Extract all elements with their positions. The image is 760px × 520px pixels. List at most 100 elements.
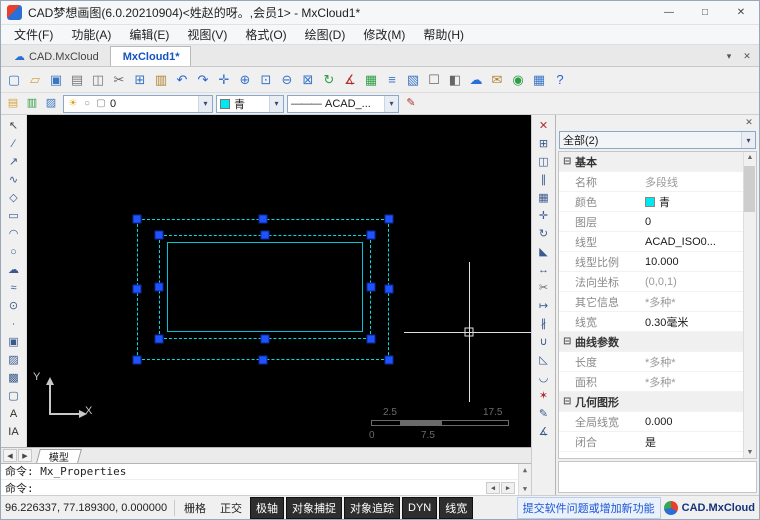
- erase-icon[interactable]: ✕: [534, 117, 554, 135]
- grip-handle[interactable]: [132, 355, 142, 365]
- tab-model[interactable]: 模型: [36, 448, 82, 464]
- status-toggle-button[interactable]: 线宽: [439, 496, 474, 519]
- measure-icon[interactable]: ∡: [340, 70, 360, 90]
- property-row[interactable]: 法向坐标 (0,0,1): [559, 272, 743, 292]
- block-icon[interactable]: ▣: [4, 333, 24, 351]
- grip-handle[interactable]: [258, 214, 268, 224]
- match-properties-icon[interactable]: ✎: [402, 95, 420, 113]
- grip-handle[interactable]: [366, 282, 376, 292]
- grip-handle[interactable]: [384, 355, 394, 365]
- spline-icon[interactable]: ≈: [4, 279, 24, 297]
- ellipse-icon[interactable]: ⊙: [4, 297, 24, 315]
- print-preview-icon[interactable]: ◫: [88, 70, 108, 90]
- property-row[interactable]: 图层 0: [559, 212, 743, 232]
- move-icon[interactable]: ✛: [534, 207, 554, 225]
- status-toggle-button[interactable]: 对象追踪: [344, 496, 400, 519]
- property-row[interactable]: 其它信息 *多种*: [559, 292, 743, 312]
- polygon-icon[interactable]: ◇: [4, 189, 24, 207]
- stretch-icon[interactable]: ↔: [534, 261, 554, 279]
- scroll-down-icon[interactable]: ▼: [747, 449, 754, 456]
- color-select[interactable]: 青 ▾: [216, 94, 284, 113]
- property-row[interactable]: 长度 *多种*: [559, 352, 743, 372]
- grip-handle[interactable]: [132, 214, 142, 224]
- scale-bar-entity[interactable]: 2.5 17.5 0 7.5: [363, 407, 513, 443]
- menu-item[interactable]: 绘图(D): [296, 24, 355, 45]
- status-toggle-button[interactable]: 极轴: [250, 496, 284, 519]
- grip-handle[interactable]: [384, 284, 394, 294]
- revcloud-icon[interactable]: ☁: [4, 261, 24, 279]
- mtext-icon[interactable]: A: [4, 405, 24, 423]
- property-row[interactable]: 线宽 0.30毫米: [559, 312, 743, 332]
- grip-handle[interactable]: [260, 230, 270, 240]
- grid-display-icon[interactable]: ▦: [529, 70, 549, 90]
- command-input[interactable]: 命令: ◀ ▶: [1, 480, 531, 495]
- property-row[interactable]: 全局线宽 0.000: [559, 412, 743, 432]
- circle-icon[interactable]: ○: [4, 243, 24, 261]
- layer-states-icon[interactable]: ▥: [23, 95, 41, 113]
- pointer-icon[interactable]: ↖: [4, 117, 24, 135]
- drawing-canvas[interactable]: 2.5 17.5 0 7.5 Y X: [27, 115, 531, 447]
- properties-palette-icon[interactable]: ▧: [403, 70, 423, 90]
- layout-nav-back-button[interactable]: ◀: [3, 449, 17, 462]
- measure-tool-icon[interactable]: ∡: [534, 423, 554, 441]
- trim-icon[interactable]: ✂: [534, 279, 554, 297]
- rectangle-icon[interactable]: ▭: [4, 207, 24, 225]
- scroll-up-icon[interactable]: ▲: [523, 466, 527, 474]
- property-row[interactable]: 颜色 青: [559, 192, 743, 212]
- draworder-icon[interactable]: ◧: [445, 70, 465, 90]
- regen-icon[interactable]: ↻: [319, 70, 339, 90]
- chamfer-icon[interactable]: ◺: [534, 351, 554, 369]
- menu-item[interactable]: 格式(O): [236, 24, 295, 45]
- status-toggle-button[interactable]: 正交: [214, 497, 248, 519]
- copy-icon[interactable]: ⊞: [130, 70, 150, 90]
- linetype-select[interactable]: ——— ACAD_... ▾: [287, 94, 399, 113]
- grip-handle[interactable]: [154, 334, 164, 344]
- zoom-out-icon[interactable]: ⊖: [277, 70, 297, 90]
- osnap-settings-icon[interactable]: ☐: [424, 70, 444, 90]
- match-properties-icon[interactable]: ✎: [534, 405, 554, 423]
- layer-isolate-icon[interactable]: ▨: [42, 95, 60, 113]
- zoom-window-icon[interactable]: ⊡: [256, 70, 276, 90]
- fillet-icon[interactable]: ◡: [534, 369, 554, 387]
- grip-handle[interactable]: [366, 334, 376, 344]
- region-icon[interactable]: ▢: [4, 387, 24, 405]
- property-row[interactable]: ⊟ 曲线参数: [559, 332, 743, 352]
- property-row[interactable]: ⊟ 几何图形: [559, 392, 743, 412]
- property-row[interactable]: 面积 *多种*: [559, 372, 743, 392]
- undo-icon[interactable]: ↶: [172, 70, 192, 90]
- zoom-realtime-icon[interactable]: ⊕: [235, 70, 255, 90]
- menu-item[interactable]: 功能(A): [62, 24, 120, 45]
- cloud-icon[interactable]: ☁: [466, 70, 486, 90]
- plot-icon[interactable]: ▤: [67, 70, 87, 90]
- ray-icon[interactable]: ↗: [4, 153, 24, 171]
- grip-handle[interactable]: [366, 230, 376, 240]
- explode-icon[interactable]: ✶: [534, 387, 554, 405]
- open-file-icon[interactable]: ▱: [25, 70, 45, 90]
- join-icon[interactable]: ∪: [534, 333, 554, 351]
- grip-handle[interactable]: [384, 214, 394, 224]
- paste-icon[interactable]: ▥: [151, 70, 171, 90]
- pan-icon[interactable]: ✛: [214, 70, 234, 90]
- layout-nav-forward-button[interactable]: ▶: [18, 449, 32, 462]
- property-row[interactable]: 闭合 是: [559, 432, 743, 452]
- feedback-link[interactable]: 提交软件问题或增加新功能: [516, 496, 661, 519]
- status-toggle-button[interactable]: 对象捕捉: [286, 496, 342, 519]
- document-tab[interactable]: MxCloud1*: [109, 46, 191, 66]
- scroll-up-icon[interactable]: ▲: [747, 154, 754, 161]
- menu-item[interactable]: 文件(F): [5, 24, 62, 45]
- redo-icon[interactable]: ↷: [193, 70, 213, 90]
- extend-icon[interactable]: ↦: [534, 297, 554, 315]
- mirror-icon[interactable]: ◫: [534, 153, 554, 171]
- close-button[interactable]: ✕: [723, 1, 759, 24]
- document-tab[interactable]: ☁ CAD.MxCloud: [5, 46, 110, 66]
- command-scroll-left-button[interactable]: ◀: [486, 481, 500, 494]
- scale-icon[interactable]: ◣: [534, 243, 554, 261]
- copy-object-icon[interactable]: ⊞: [534, 135, 554, 153]
- rotate-icon[interactable]: ↻: [534, 225, 554, 243]
- share-icon[interactable]: ✉: [487, 70, 507, 90]
- point-icon[interactable]: ∙: [4, 315, 24, 333]
- grip-handle[interactable]: [260, 334, 270, 344]
- new-file-icon[interactable]: ▢: [4, 70, 24, 90]
- offset-icon[interactable]: ∥: [534, 171, 554, 189]
- grip-handle[interactable]: [154, 230, 164, 240]
